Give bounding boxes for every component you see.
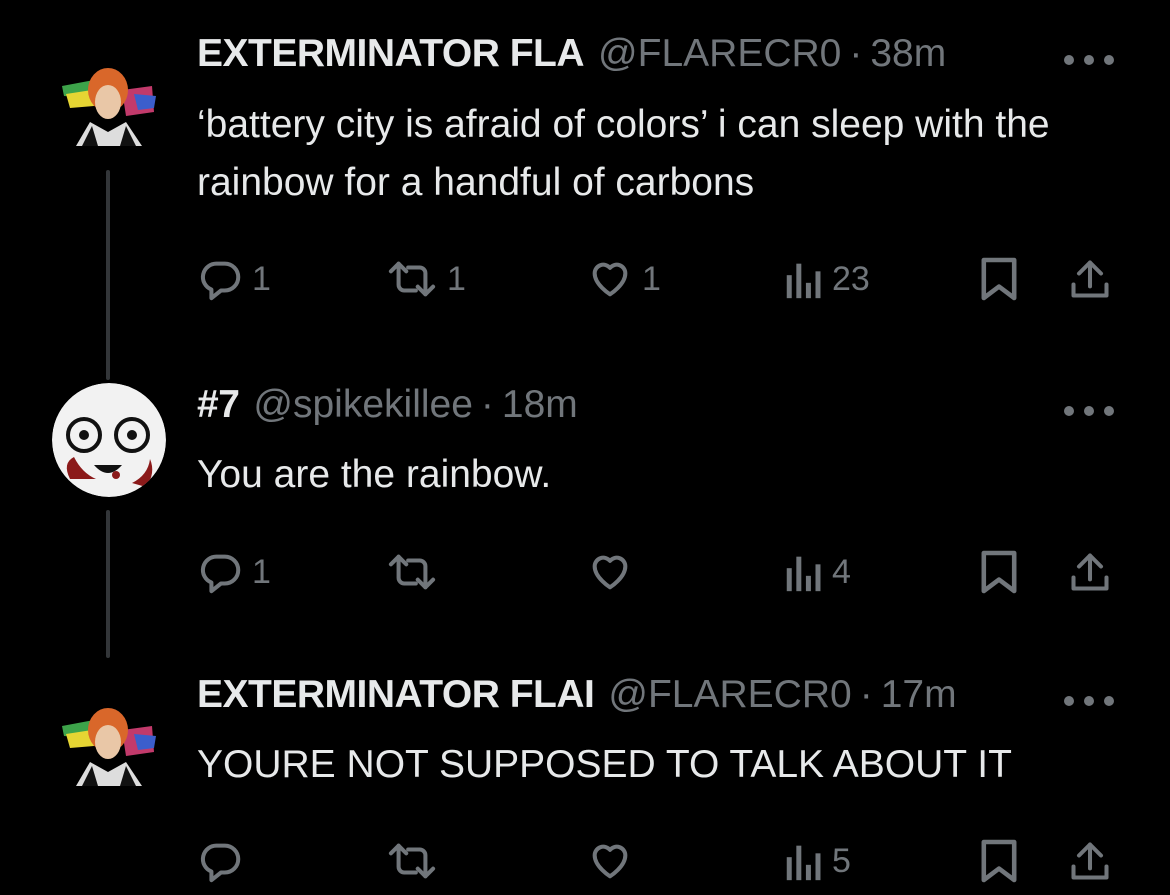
separator-dot: ·: [849, 32, 863, 75]
reply-count: 1: [252, 259, 271, 298]
views-icon: [786, 263, 821, 299]
reply-button[interactable]: 1: [198, 542, 271, 602]
timestamp[interactable]: 17m: [881, 673, 957, 717]
retweet-button[interactable]: [385, 542, 447, 602]
display-name[interactable]: #7: [197, 383, 240, 427]
tweet-3[interactable]: EXTERMINATOR FLAI @FLARECR0 · 17m YOURE …: [0, 660, 1170, 895]
bookmark-icon: [981, 550, 1017, 594]
tweet-header: EXTERMINATOR FLAI @FLARECR0 · 17m: [197, 673, 957, 723]
retweet-button[interactable]: [385, 831, 447, 891]
tweet-text: YOURE NOT SUPPOSED TO TALK ABOUT IT: [197, 743, 1012, 786]
avatar-image: [52, 383, 166, 497]
avatar-image: [52, 690, 166, 804]
views-button[interactable]: 4: [784, 542, 851, 602]
tweet-2[interactable]: #7 @spikekillee · 18m You are the rainbo…: [0, 360, 1170, 660]
views-button[interactable]: 5: [784, 831, 851, 891]
reply-icon: [200, 554, 241, 594]
share-icon: [1071, 553, 1109, 591]
user-handle[interactable]: @spikekillee: [253, 383, 473, 427]
retweet-button[interactable]: 1: [385, 249, 466, 309]
reply-button[interactable]: 1: [198, 249, 271, 309]
bookmark-button[interactable]: [980, 831, 1018, 891]
like-button[interactable]: [586, 542, 642, 602]
avatar[interactable]: [52, 690, 166, 804]
user-handle[interactable]: @FLARECR0: [608, 673, 851, 717]
tweet-text: You are the rainbow.: [197, 453, 552, 496]
more-icon[interactable]: [1064, 53, 1114, 67]
retweet-icon: [388, 261, 436, 297]
views-count: 4: [832, 552, 851, 591]
views-count: 5: [832, 841, 851, 880]
bookmark-button[interactable]: [980, 249, 1018, 309]
reply-icon: [200, 843, 241, 883]
separator-dot: ·: [480, 383, 494, 426]
tweet-1[interactable]: EXTERMINATOR FLA @FLARECR0 · 38m ‘batter…: [0, 0, 1170, 365]
share-icon: [1071, 842, 1109, 880]
thread-line: [106, 360, 110, 380]
share-button[interactable]: [1068, 542, 1112, 602]
views-count: 23: [832, 259, 870, 298]
bookmark-icon: [981, 257, 1017, 301]
share-icon: [1071, 260, 1109, 298]
views-icon: [786, 556, 821, 592]
display-name[interactable]: EXTERMINATOR FLAI: [197, 673, 595, 717]
share-button[interactable]: [1068, 831, 1112, 891]
reply-count: 1: [252, 552, 271, 591]
display-name[interactable]: EXTERMINATOR FLA: [197, 32, 585, 76]
more-icon[interactable]: [1064, 694, 1114, 708]
more-icon[interactable]: [1064, 404, 1114, 418]
user-handle[interactable]: @FLARECR0: [598, 32, 841, 76]
heart-icon: [592, 555, 628, 590]
tweet-header: #7 @spikekillee · 18m: [197, 383, 578, 433]
like-count: 1: [642, 259, 661, 298]
avatar[interactable]: [52, 50, 166, 164]
tweet-header: EXTERMINATOR FLA @FLARECR0 · 38m: [197, 32, 946, 82]
thread: EXTERMINATOR FLA @FLARECR0 · 38m ‘batter…: [0, 0, 1170, 895]
retweet-icon: [388, 843, 436, 879]
heart-icon: [592, 844, 628, 879]
bookmark-button[interactable]: [980, 542, 1018, 602]
like-button[interactable]: 1: [586, 249, 661, 309]
avatar-image: [52, 50, 166, 164]
avatar[interactable]: [52, 383, 166, 497]
views-button[interactable]: 23: [784, 249, 870, 309]
views-icon: [786, 845, 821, 881]
retweet-icon: [388, 554, 436, 590]
heart-icon: [592, 262, 628, 297]
like-button[interactable]: [586, 831, 642, 891]
action-bar: 5: [0, 831, 1170, 891]
share-button[interactable]: [1068, 249, 1112, 309]
separator-dot: ·: [859, 673, 873, 716]
tweet-text: ‘battery city is afraid of colors’ i can…: [197, 103, 1050, 204]
action-bar: 1 4: [0, 542, 1170, 602]
timestamp[interactable]: 38m: [870, 32, 946, 76]
bookmark-icon: [981, 839, 1017, 883]
reply-icon: [200, 261, 241, 301]
reply-button[interactable]: [198, 831, 252, 891]
timestamp[interactable]: 18m: [502, 383, 578, 427]
retweet-count: 1: [447, 259, 466, 298]
action-bar: 1 1 1 23: [0, 249, 1170, 309]
